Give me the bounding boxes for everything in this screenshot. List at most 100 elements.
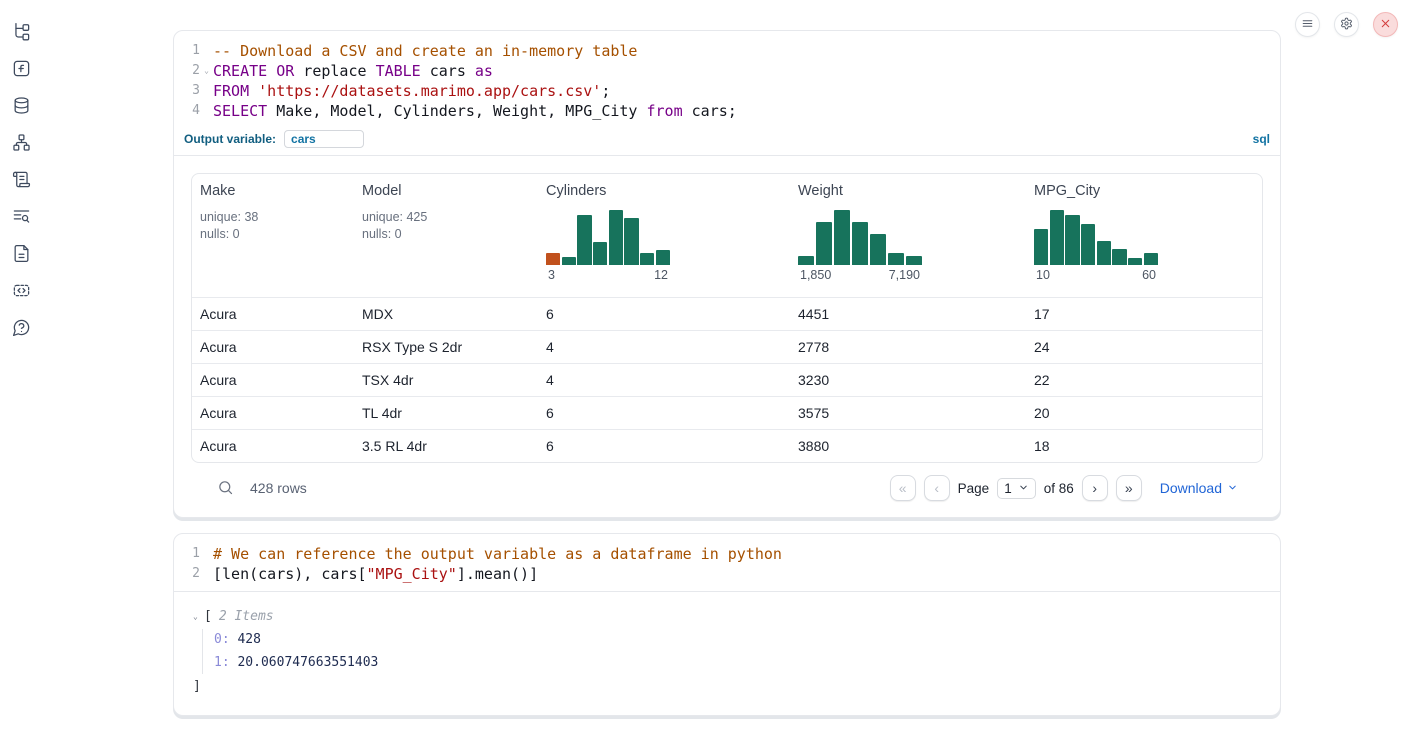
- menu-button[interactable]: [1295, 12, 1320, 37]
- file-text-icon: [12, 244, 31, 266]
- axis-tick-label: 7,190: [889, 268, 920, 282]
- code-line: 3FROM 'https://datasets.marimo.app/cars.…: [174, 81, 1280, 101]
- table-cell: 3575: [790, 405, 1026, 421]
- table-cell: 3.5 RL 4dr: [354, 438, 538, 454]
- histogram-bar: [546, 253, 560, 265]
- axis-tick-label: 3: [548, 268, 555, 282]
- notebook-actions: [1295, 12, 1398, 37]
- histogram-axis: 312: [546, 268, 670, 282]
- download-button[interactable]: Download: [1160, 480, 1238, 496]
- sidebar-item-logs[interactable]: [11, 208, 31, 228]
- sidebar-item-dependency-graph[interactable]: [11, 134, 31, 154]
- chevron-down-icon: [1018, 481, 1029, 496]
- column-histogram: [546, 210, 670, 265]
- sidebar-item-file-explorer[interactable]: [11, 23, 31, 43]
- histogram-bar: [852, 222, 868, 265]
- axis-tick-label: 1,850: [800, 268, 831, 282]
- result-tree-header: ⌄ [ 2 Items: [193, 609, 1263, 624]
- close-icon: [1379, 17, 1392, 33]
- table-row: AcuraMDX6445117: [192, 297, 1262, 330]
- line-number: 2: [174, 61, 200, 81]
- hamburger-icon: [1301, 17, 1314, 33]
- table-cell: 4: [538, 372, 790, 388]
- sql-cell: 1-- Download a CSV and create an in-memo…: [173, 30, 1281, 518]
- data-table: Make unique: 38nulls: 0 Model unique: 425 nu…: [191, 173, 1263, 463]
- page-label: Page: [958, 481, 990, 496]
- settings-button[interactable]: [1334, 12, 1359, 37]
- page-total-label: of 86: [1044, 481, 1074, 496]
- sidebar-item-documentation[interactable]: [11, 245, 31, 265]
- column-stat: nulls: 0: [200, 226, 346, 243]
- histogram-axis: 1060: [1034, 268, 1158, 282]
- scroll-icon: [12, 170, 31, 192]
- table-cell: 6: [538, 306, 790, 322]
- list-search-icon: [12, 207, 31, 229]
- code-line: 2⌄CREATE OR replace TABLE cars as: [174, 61, 1280, 81]
- first-page-button[interactable]: «: [890, 475, 916, 501]
- column-name: Model: [362, 183, 530, 199]
- table-body: AcuraMDX6445117AcuraRSX Type S 2dr427782…: [192, 297, 1262, 462]
- sql-code-editor[interactable]: 1-- Download a CSV and create an in-memo…: [174, 31, 1280, 128]
- column-stat: unique: 425: [362, 209, 530, 226]
- search-icon: [217, 484, 234, 499]
- tree-entry-value: 20.060747663551403: [237, 655, 378, 670]
- sidebar-item-datasources[interactable]: [11, 97, 31, 117]
- code-line: 1-- Download a CSV and create an in-memo…: [174, 41, 1280, 61]
- table-row: Acura3.5 RL 4dr6388018: [192, 429, 1262, 462]
- fold-toggle-icon[interactable]: ⌄: [200, 61, 213, 81]
- column-stat: unique: 38: [200, 209, 346, 226]
- table-cell: 6: [538, 438, 790, 454]
- column-name: Weight: [798, 183, 1018, 199]
- histogram-bar: [1034, 229, 1048, 265]
- output-variable-input[interactable]: [284, 130, 364, 148]
- table-row: AcuraRSX Type S 2dr4277824: [192, 330, 1262, 363]
- last-page-button[interactable]: »: [1116, 475, 1142, 501]
- histogram-axis: 1,850 7,190: [798, 268, 922, 282]
- column-header-weight[interactable]: Weight 1,850 7,190: [790, 174, 1026, 297]
- collapse-chevron-icon[interactable]: ⌄: [193, 612, 204, 621]
- table-cell: 24: [1026, 339, 1262, 355]
- download-label: Download: [1160, 480, 1222, 496]
- table-cell: RSX Type S 2dr: [354, 339, 538, 355]
- sidebar-item-help[interactable]: [11, 319, 31, 339]
- column-header-cylinders[interactable]: Cylinders312: [538, 174, 790, 297]
- shutdown-button[interactable]: [1373, 12, 1398, 37]
- histogram-bar: [577, 215, 591, 265]
- search-button[interactable]: [216, 479, 234, 497]
- column-histogram: [798, 210, 922, 265]
- output-variable-label: Output variable:: [184, 132, 276, 146]
- sidebar-item-scratchpad[interactable]: [11, 171, 31, 191]
- column-name: Make: [200, 183, 346, 199]
- table-cell: Acura: [192, 405, 354, 421]
- sidebar-item-snippets[interactable]: [11, 282, 31, 302]
- column-header-make[interactable]: Make unique: 38nulls: 0: [192, 174, 354, 297]
- chevron-down-icon: [1227, 480, 1238, 496]
- gutter-spacer: [200, 81, 213, 101]
- function-icon: [12, 59, 31, 81]
- column-name: MPG_City: [1034, 183, 1254, 199]
- table-cell: TSX 4dr: [354, 372, 538, 388]
- column-header-model[interactable]: Modelunique: 425nulls: 0: [354, 174, 538, 297]
- tree-entry-key: 0:: [214, 632, 230, 647]
- org-chart-icon: [12, 133, 31, 155]
- column-header-mpg_city[interactable]: MPG_City 1060: [1026, 174, 1262, 297]
- database-icon: [12, 96, 31, 118]
- python-code-editor[interactable]: 1# We can reference the output variable …: [174, 534, 1280, 592]
- file-tree-icon: [12, 22, 31, 44]
- row-count: 428 rows: [250, 480, 307, 496]
- gutter-spacer: [200, 41, 213, 61]
- page-number-value: 1: [1004, 481, 1012, 496]
- table-cell: 3230: [790, 372, 1026, 388]
- table-cell: 4: [538, 339, 790, 355]
- histogram-bar: [798, 256, 814, 265]
- double-chevron-right-icon: »: [1125, 481, 1133, 495]
- tree-entry: 0: 428: [214, 629, 1263, 652]
- tree-entry: 1: 20.060747663551403: [214, 652, 1263, 675]
- code-line: 2[len(cars), cars["MPG_City"].mean()]: [174, 564, 1280, 584]
- chevron-left-icon: ‹: [934, 481, 939, 495]
- sidebar-item-variables[interactable]: [11, 60, 31, 80]
- previous-page-button[interactable]: ‹: [924, 475, 950, 501]
- table-cell: 22: [1026, 372, 1262, 388]
- page-number-select[interactable]: 1: [997, 478, 1036, 499]
- next-page-button[interactable]: ›: [1082, 475, 1108, 501]
